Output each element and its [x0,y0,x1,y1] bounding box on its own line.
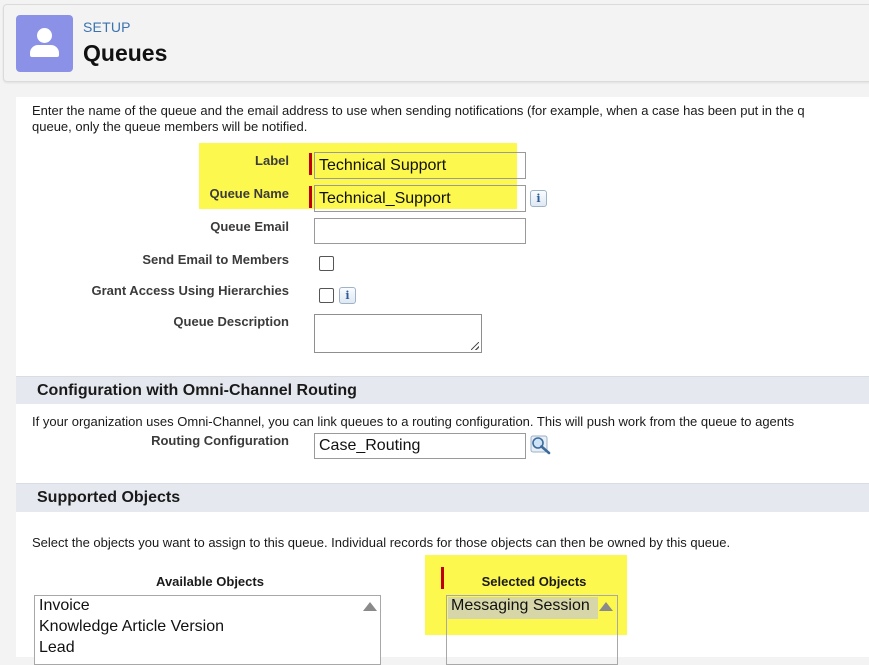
intro-text-line-2: queue, only the queue members will be no… [32,119,308,134]
available-objects-header: Available Objects [156,574,264,589]
queue-edit-form: Enter the name of the queue and the emai… [16,97,869,665]
grant-access-checkbox[interactable] [319,288,334,303]
queue-name-field-label: Queue Name [209,186,289,201]
required-indicator [309,153,312,175]
queue-email-field-label: Queue Email [210,219,289,234]
scroll-up-arrow-icon[interactable] [363,602,377,611]
selected-objects-listbox[interactable]: Messaging Session [446,595,618,665]
grant-access-field-label: Grant Access Using Hierarchies [91,283,290,298]
info-icon[interactable]: i [530,190,547,207]
queue-description-textarea[interactable] [314,314,482,353]
required-indicator [309,186,312,208]
queue-email-input[interactable] [314,218,526,244]
info-icon[interactable]: i [339,287,356,304]
selected-objects-header: Selected Objects [481,574,587,589]
send-email-checkbox[interactable] [319,256,334,271]
page-title: Queues [83,40,168,66]
list-item[interactable]: Knowledge Article Version [39,618,224,636]
send-email-field-label: Send Email to Members [142,252,289,267]
setup-breadcrumb[interactable]: SETUP [83,19,131,35]
section-title: Configuration with Omni-Channel Routing [37,382,357,399]
section-title: Supported Objects [37,489,181,506]
queue-name-input[interactable] [314,185,526,212]
queue-description-field-label: Queue Description [173,314,289,329]
list-item[interactable]: Messaging Session [451,597,590,615]
label-field-label: Label [255,153,289,168]
scroll-up-arrow-icon[interactable] [599,602,613,611]
user-icon [16,15,73,72]
intro-text: Enter the name of the queue and the emai… [32,103,869,135]
list-item[interactable]: Lead [39,639,75,657]
resize-grip-icon[interactable] [471,342,479,350]
list-item[interactable]: Invoice [39,597,90,615]
available-objects-listbox[interactable]: Invoice Knowledge Article Version Lead [34,595,381,665]
intro-text-line-1: Enter the name of the queue and the emai… [32,103,805,118]
supported-objects-section-header: Supported Objects [16,483,869,512]
routing-configuration-input[interactable] [314,433,526,459]
required-indicator [441,567,444,589]
label-input[interactable] [314,152,526,179]
routing-configuration-field-label: Routing Configuration [151,433,289,448]
omni-channel-description: If your organization uses Omni-Channel, … [32,414,795,429]
lookup-magnifier-icon[interactable] [530,435,552,455]
supported-objects-description: Select the objects you want to assign to… [32,535,731,550]
omni-channel-section-header: Configuration with Omni-Channel Routing [16,376,869,404]
page-header: SETUP Queues [0,0,869,86]
